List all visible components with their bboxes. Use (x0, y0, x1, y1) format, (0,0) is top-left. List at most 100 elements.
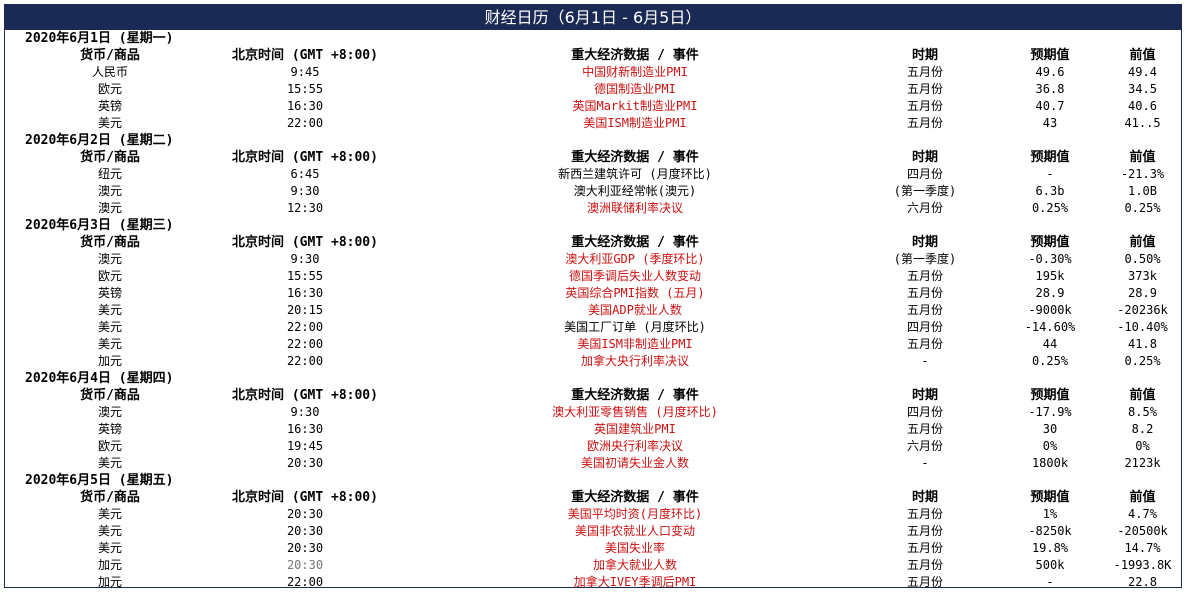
header-previous: 前值 (1129, 490, 1156, 505)
currency-cell: 纽元 (97, 167, 122, 181)
header-period: 时期 (911, 150, 938, 165)
event-cell: 美国初请失业金人数 (580, 456, 689, 470)
event-cell: 澳大利亚零售销售 (月度环比) (552, 405, 718, 419)
header-previous: 前值 (1129, 150, 1156, 165)
previous-cell: 41.8 (1128, 337, 1157, 351)
period-cell: 五月份 (906, 558, 943, 572)
currency-cell: 英镑 (97, 286, 122, 300)
currency-cell: 加元 (97, 575, 122, 588)
header-forecast: 预期值 (1030, 388, 1070, 403)
time-cell: 22:00 (286, 320, 324, 334)
table-row: 人民币 9:45 中国财新制造业PMI 五月份 49.6 49.4 (5, 64, 1181, 81)
period-cell: - (921, 354, 929, 368)
table-row: 美元 22:00 美国ISM非制造业PMI 五月份 44 41.8 (5, 336, 1181, 353)
header-time: 北京时间 (GMT +8:00) (232, 48, 378, 63)
period-cell: (第一季度) (893, 252, 957, 266)
table-row: 加元 22:00 加拿大IVEY季调后PMI 五月份 - 22.8 (5, 574, 1181, 588)
forecast-cell: 6.3b (1035, 184, 1065, 198)
previous-cell: 41..5 (1124, 116, 1161, 130)
table-row: 英镑 16:30 英国建筑业PMI 五月份 30 8.2 (5, 421, 1181, 438)
table-row: 欧元 19:45 欧洲央行利率决议 六月份 0% 0% (5, 438, 1181, 455)
forecast-cell: 30 (1042, 422, 1058, 436)
period-cell: 五月份 (906, 337, 943, 351)
period-cell: 五月份 (906, 507, 943, 521)
day-date-row: 2020年6月1日 (星期一) (5, 30, 1181, 47)
table-row: 英镑 16:30 英国Markit制造业PMI 五月份 40.7 40.6 (5, 98, 1181, 115)
header-previous: 前值 (1129, 388, 1156, 403)
currency-cell: 加元 (97, 354, 122, 368)
header-forecast: 预期值 (1030, 235, 1070, 250)
header-event: 重大经济数据 / 事件 (571, 48, 699, 63)
forecast-cell: 1% (1042, 507, 1058, 521)
currency-cell: 澳元 (97, 201, 122, 215)
currency-cell: 澳元 (97, 252, 122, 266)
calendar-table: 财经日历（6月1日 - 6月5日） 2020年6月1日 (星期一) 货币/商品 北京… (4, 4, 1182, 588)
column-header-row: 货币/商品 北京时间 (GMT +8:00) 重大经济数据 / 事件 时期 预期值 前值 (5, 47, 1181, 64)
header-currency: 货币/商品 (80, 235, 140, 250)
previous-cell: 14.7% (1124, 541, 1161, 555)
event-cell: 美国非农就业人口变动 (574, 524, 695, 538)
currency-cell: 美元 (97, 456, 122, 470)
previous-cell: 373k (1128, 269, 1157, 283)
header-currency: 货币/商品 (80, 150, 140, 165)
event-cell: 加拿大央行利率决议 (580, 354, 689, 368)
header-forecast: 预期值 (1030, 490, 1070, 505)
period-cell: 五月份 (906, 99, 943, 113)
previous-cell: 40.6 (1128, 99, 1157, 113)
previous-cell: 0.25% (1124, 201, 1161, 215)
table-row: 美元 20:15 美国ADP就业人数 五月份 -9000k -20236k (5, 302, 1181, 319)
period-cell: 六月份 (906, 201, 943, 215)
period-cell: 五月份 (906, 541, 943, 555)
day-date: 2020年6月5日 (星期五) (25, 473, 174, 488)
previous-cell: 0.50% (1124, 252, 1161, 266)
header-time: 北京时间 (GMT +8:00) (232, 388, 378, 403)
event-cell: 美国失业率 (604, 541, 665, 555)
event-cell: 美国平均时资(月度环比) (567, 507, 703, 521)
previous-cell: 0% (1135, 439, 1150, 453)
table-row: 澳元 12:30 澳洲联储利率决议 六月份 0.25% 0.25% (5, 200, 1181, 217)
forecast-cell: -8250k (1028, 524, 1072, 538)
header-period: 时期 (911, 388, 938, 403)
period-cell: 五月份 (906, 116, 943, 130)
table-row: 澳元 9:30 澳大利亚零售销售 (月度环比) 四月份 -17.9% 8.5% (5, 404, 1181, 421)
table-row: 美元 20:30 美国平均时资(月度环比) 五月份 1% 4.7% (5, 506, 1181, 523)
header-event: 重大经济数据 / 事件 (571, 235, 699, 250)
header-time: 北京时间 (GMT +8:00) (232, 235, 378, 250)
forecast-cell: 0% (1042, 439, 1058, 453)
forecast-cell: 44 (1042, 337, 1058, 351)
event-cell: 美国ISM制造业PMI (583, 116, 687, 130)
currency-cell: 欧元 (97, 269, 122, 283)
time-cell: 22:00 (286, 116, 324, 130)
forecast-cell: -17.9% (1028, 405, 1072, 419)
period-cell: 四月份 (906, 167, 943, 181)
header-event: 重大经济数据 / 事件 (571, 490, 699, 505)
time-cell: 20:30 (286, 541, 324, 555)
time-cell: 20:30 (286, 524, 324, 538)
currency-cell: 美元 (97, 541, 122, 555)
time-cell: 22:00 (286, 354, 324, 368)
column-header-row: 货币/商品 北京时间 (GMT +8:00) 重大经济数据 / 事件 时期 预期值 前值 (5, 149, 1181, 166)
forecast-cell: 500k (1035, 558, 1065, 572)
forecast-cell: 43 (1042, 116, 1058, 130)
time-cell: 20:30 (286, 558, 324, 572)
forecast-cell: 40.7 (1035, 99, 1065, 113)
time-cell: 16:30 (286, 286, 324, 300)
table-row: 加元 20:30 加拿大就业人数 五月份 500k -1993.8K (5, 557, 1181, 574)
event-cell: 美国工厂订单 (月度环比) (564, 320, 706, 334)
time-cell: 15:55 (286, 269, 324, 283)
table-row: 澳元 9:30 澳大利亚经常帐(澳元) (第一季度) 6.3b 1.0B (5, 183, 1181, 200)
period-cell: 六月份 (906, 439, 943, 453)
previous-cell: -20500k (1117, 524, 1168, 538)
forecast-cell: -9000k (1028, 303, 1072, 317)
event-cell: 英国建筑业PMI (594, 422, 676, 436)
forecast-cell: - (1046, 575, 1054, 588)
time-cell: 22:00 (286, 337, 324, 351)
table-row: 美元 22:00 美国工厂订单 (月度环比) 四月份 -14.60% -10.40% (5, 319, 1181, 336)
day-date: 2020年6月4日 (星期四) (25, 371, 174, 386)
day-date: 2020年6月2日 (星期二) (25, 133, 174, 148)
header-currency: 货币/商品 (80, 490, 140, 505)
previous-cell: 8.2 (1131, 422, 1154, 436)
currency-cell: 美元 (97, 337, 122, 351)
time-cell: 20:15 (286, 303, 324, 317)
event-cell: 德国制造业PMI (594, 82, 676, 96)
